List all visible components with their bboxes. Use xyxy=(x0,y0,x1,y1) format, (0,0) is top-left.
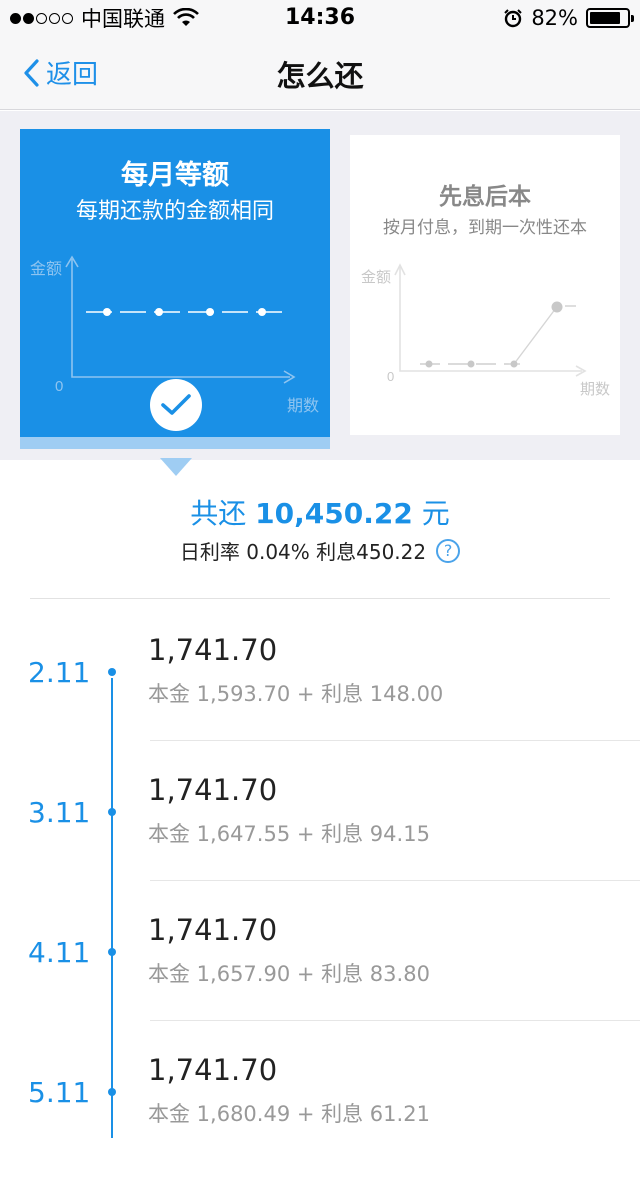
page-title: 怎么还 xyxy=(276,59,364,93)
selected-check-icon xyxy=(150,379,202,431)
rate-info: 日利率 0.04% 利息450.22 ? xyxy=(0,536,640,565)
row-separator xyxy=(150,880,640,881)
schedule-detail: 本金 1,680.49 + 利息 61.21 xyxy=(148,1102,430,1126)
y-axis-label: 金额 xyxy=(361,269,391,286)
selected-band xyxy=(20,437,330,449)
schedule-row: 5.11 1,741.70 本金 1,680.49 + 利息 61.21 xyxy=(0,1048,640,1188)
schedule-row: 3.11 1,741.70 本金 1,647.55 + 利息 94.15 xyxy=(0,768,640,908)
schedule-detail: 本金 1,657.90 + 利息 83.80 xyxy=(148,962,430,986)
timeline-dot xyxy=(108,948,116,956)
total-prefix: 共还 xyxy=(190,497,247,530)
battery-fill xyxy=(590,12,620,24)
timeline-dot xyxy=(108,668,116,676)
nav-bar: 返回 怎么还 xyxy=(0,36,640,110)
x-axis-label: 期数 xyxy=(287,397,319,415)
x-axis-label: 期数 xyxy=(580,381,610,398)
timeline-dot xyxy=(108,1088,116,1096)
schedule-date: 5.11 xyxy=(28,1076,91,1109)
row-separator xyxy=(150,740,640,741)
schedule-row: 4.11 1,741.70 本金 1,657.90 + 利息 83.80 xyxy=(0,908,640,1048)
rate-text: 日利率 0.04% 利息450.22 xyxy=(179,540,427,564)
alarm-icon xyxy=(504,9,523,28)
battery-icon xyxy=(586,8,634,28)
total-unit: 元 xyxy=(421,497,450,530)
plan-card-equal-installments[interactable]: 每月等额 每期还款的金额相同 金额 0 期数 xyxy=(20,129,330,449)
schedule-date: 4.11 xyxy=(28,936,91,969)
schedule-amount: 1,741.70 xyxy=(148,913,278,947)
schedule-detail: 本金 1,647.55 + 利息 94.15 xyxy=(148,822,430,846)
row-separator xyxy=(150,1020,640,1021)
plan-card-interest-first[interactable]: 先息后本 按月付息，到期一次性还本 金额 0 期数 xyxy=(350,135,620,435)
battery-percent: 82% xyxy=(531,6,578,30)
help-icon[interactable]: ? xyxy=(436,538,461,563)
origin-label: 0 xyxy=(387,369,394,384)
schedule-row: 2.11 1,741.70 本金 1,593.70 + 利息 148.00 xyxy=(0,628,640,768)
repayment-plan-selector: 每月等额 每期还款的金额相同 金额 0 期数 先息后本 按月付息，到期一次性还本… xyxy=(0,111,640,460)
schedule-amount: 1,741.70 xyxy=(148,633,278,667)
origin-label: 0 xyxy=(55,378,63,395)
divider xyxy=(30,598,610,599)
schedule-amount: 1,741.70 xyxy=(148,1053,278,1087)
schedule-detail: 本金 1,593.70 + 利息 148.00 xyxy=(148,682,444,706)
schedule-amount: 1,741.70 xyxy=(148,773,278,807)
selection-pointer xyxy=(160,458,192,476)
y-axis-label: 金额 xyxy=(30,260,62,278)
interest-first-diagram: 金额 0 期数 xyxy=(361,263,610,398)
timeline-dot xyxy=(108,808,116,816)
total-amount: 10,450.22 xyxy=(255,497,413,530)
schedule-date: 2.11 xyxy=(28,656,91,689)
total-repayment: 共还 10,450.22 元 xyxy=(0,492,640,532)
schedule-date: 3.11 xyxy=(28,796,91,829)
status-right: 82% xyxy=(503,6,634,30)
status-bar: 中国联通 14:36 82% xyxy=(0,0,640,36)
